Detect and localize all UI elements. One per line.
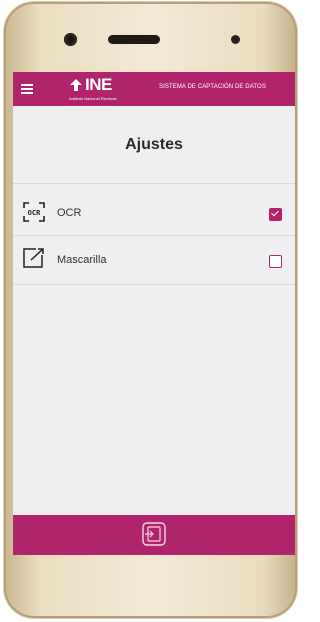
sensor-icon — [231, 35, 240, 44]
app-header: INE Instituto Nacional Electoral SISTEMA… — [13, 72, 295, 106]
mascarilla-checkbox[interactable] — [269, 255, 282, 268]
logo-subtitle: Instituto Nacional Electoral — [69, 96, 117, 101]
divider — [13, 235, 295, 236]
front-camera-icon — [64, 33, 77, 46]
exit-icon[interactable] — [142, 522, 166, 546]
ocr-icon: OCR — [23, 202, 45, 222]
ine-logo: INE Instituto Nacional Electoral — [67, 75, 127, 103]
setting-row-mascarilla[interactable]: Mascarilla — [13, 238, 295, 284]
ocr-checkbox[interactable] — [269, 208, 282, 221]
app-screen: INE Instituto Nacional Electoral SISTEMA… — [13, 72, 295, 555]
earpiece-speaker — [108, 35, 160, 44]
page-title: Ajustes — [125, 136, 183, 153]
hamburger-menu-icon[interactable] — [21, 84, 33, 94]
divider — [13, 284, 295, 285]
logo-text: INE — [85, 75, 112, 94]
setting-label-ocr: OCR — [57, 207, 82, 219]
divider — [13, 183, 295, 184]
app-title: SISTEMA DE CAPTACIÓN DE DATOS — [159, 84, 266, 90]
setting-label-mascarilla: Mascarilla — [57, 254, 107, 266]
ine-logo-mark-icon — [70, 79, 82, 91]
mask-frame-icon — [23, 248, 44, 268]
bottom-bar — [13, 515, 295, 555]
svg-text:OCR: OCR — [28, 209, 41, 217]
setting-row-ocr[interactable]: OCR OCR — [13, 189, 295, 235]
